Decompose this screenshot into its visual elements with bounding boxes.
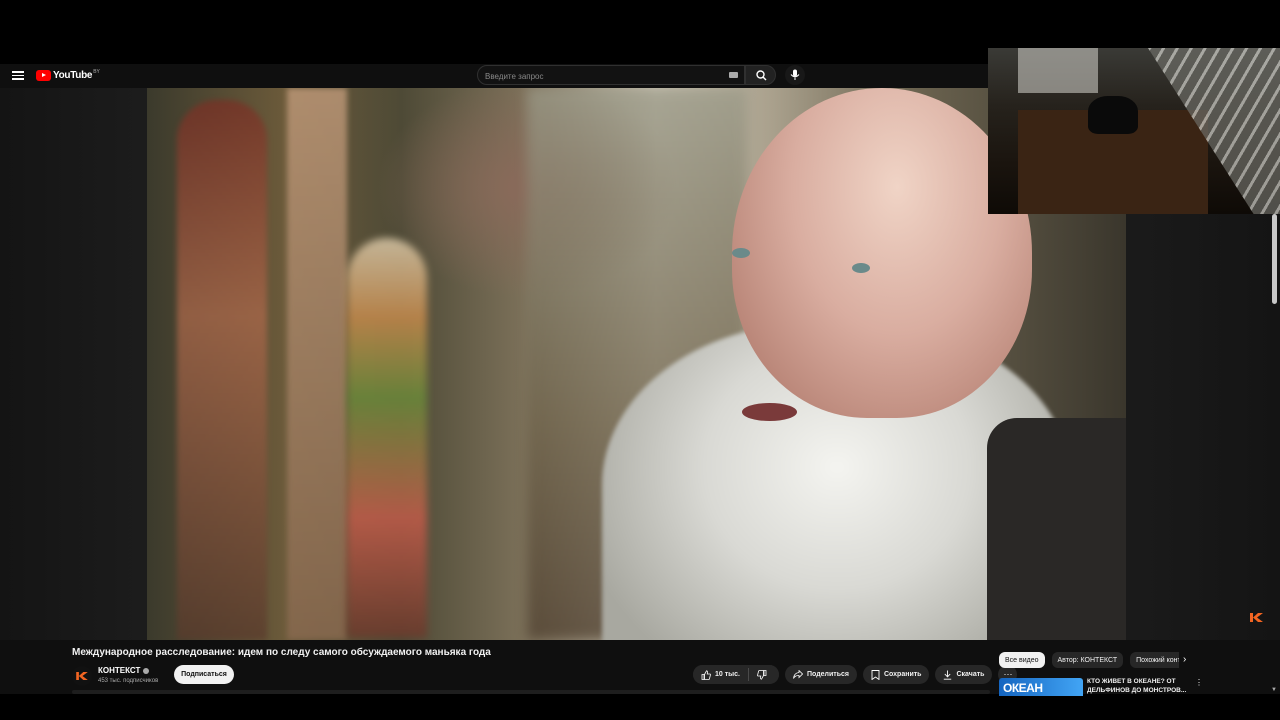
more-vert-icon[interactable]: ⋮: [1195, 678, 1203, 687]
share-label: Поделиться: [806, 671, 849, 678]
priest-mouth: [742, 403, 797, 421]
webcam-door: [1018, 48, 1098, 93]
save-button[interactable]: Сохранить: [863, 665, 930, 684]
chip-all-videos[interactable]: Все видео: [999, 652, 1045, 668]
screen: YouTube BY Введите запрос Международное …: [0, 0, 1280, 720]
share-button[interactable]: Поделиться: [784, 665, 857, 684]
background-crucifix: [287, 88, 347, 640]
subscribe-button[interactable]: Подписаться: [174, 665, 234, 684]
masthead: YouTube BY: [0, 64, 988, 88]
webcam-overlay: [988, 48, 1280, 214]
subscriber-count: 453 тыс. подписчиков: [98, 678, 159, 684]
background-icon-painting: [177, 100, 267, 640]
dislike-button[interactable]: [748, 665, 779, 684]
description-box-edge: [72, 690, 990, 694]
page-scrollbar[interactable]: [1272, 214, 1277, 304]
chevron-right-icon[interactable]: ›: [1183, 654, 1186, 665]
share-icon: [793, 670, 803, 679]
search-box: [477, 65, 745, 86]
verified-icon: [143, 667, 150, 674]
thumbnail-text: ОКЕАН: [1003, 681, 1043, 695]
related-video-title[interactable]: КТО ЖИВЕТ В ОКЕАНЕ? ОТ ДЕЛЬФИНОВ ДО МОНС…: [1087, 677, 1193, 695]
priest-head: [732, 88, 1032, 418]
channel-name[interactable]: КОНТЕКСТ: [98, 666, 140, 675]
search-input[interactable]: [478, 67, 718, 86]
scroll-down-icon[interactable]: ▼: [1271, 687, 1277, 693]
search-icon: [756, 70, 767, 81]
mic-icon: [790, 69, 800, 80]
channel-watermark-icon[interactable]: [1250, 613, 1263, 622]
youtube-logo[interactable]: YouTube BY: [36, 69, 100, 81]
logo-text: YouTube: [53, 69, 93, 81]
voice-search-button[interactable]: [785, 65, 805, 85]
download-button[interactable]: Скачать: [935, 665, 993, 684]
thumbs-down-icon: [757, 669, 767, 680]
download-icon: [944, 670, 952, 680]
like-dislike-group: 10 тыс.: [693, 665, 779, 684]
webcam-object: [1088, 96, 1138, 134]
related-video-item[interactable]: ОКЕАН КТО ЖИВЕТ В ОКЕАНЕ? ОТ ДЕЛЬФИНОВ Д…: [999, 676, 1209, 696]
priest-robe: [987, 418, 1126, 640]
related-thumbnail[interactable]: ОКЕАН: [999, 678, 1083, 696]
action-bar: 10 тыс. Поделиться Сохранить Скачать ⋯: [693, 665, 1018, 684]
channel-avatar[interactable]: [72, 666, 92, 686]
chip-from-author[interactable]: Автор: КОНТЕКСТ: [1051, 652, 1124, 668]
save-label: Сохранить: [884, 671, 922, 678]
youtube-play-icon: [36, 69, 51, 81]
like-button[interactable]: 10 тыс.: [693, 665, 748, 684]
background-saint-icon: [347, 238, 427, 638]
thumbs-up-icon: [701, 669, 711, 680]
playlist-add-icon: [871, 669, 880, 680]
country-code: BY: [93, 69, 100, 75]
keyboard-icon[interactable]: [729, 72, 738, 78]
channel-name-row[interactable]: КОНТЕКСТ: [98, 666, 150, 675]
priest-eye-left: [732, 248, 750, 258]
search-button[interactable]: [745, 65, 776, 85]
download-label: Скачать: [956, 671, 985, 678]
chip-related[interactable]: Похожий контент: [1130, 652, 1179, 668]
menu-icon[interactable]: [12, 69, 24, 81]
related-filter-chips: Все видео Автор: КОНТЕКСТ Похожий контен…: [999, 652, 1179, 668]
like-count: 10 тыс.: [715, 671, 740, 678]
channel-logo-icon: [76, 672, 88, 680]
video-title: Международное расследование: идем по сле…: [72, 647, 491, 658]
priest-eye-right: [852, 263, 870, 273]
video-frame[interactable]: [147, 88, 1126, 640]
